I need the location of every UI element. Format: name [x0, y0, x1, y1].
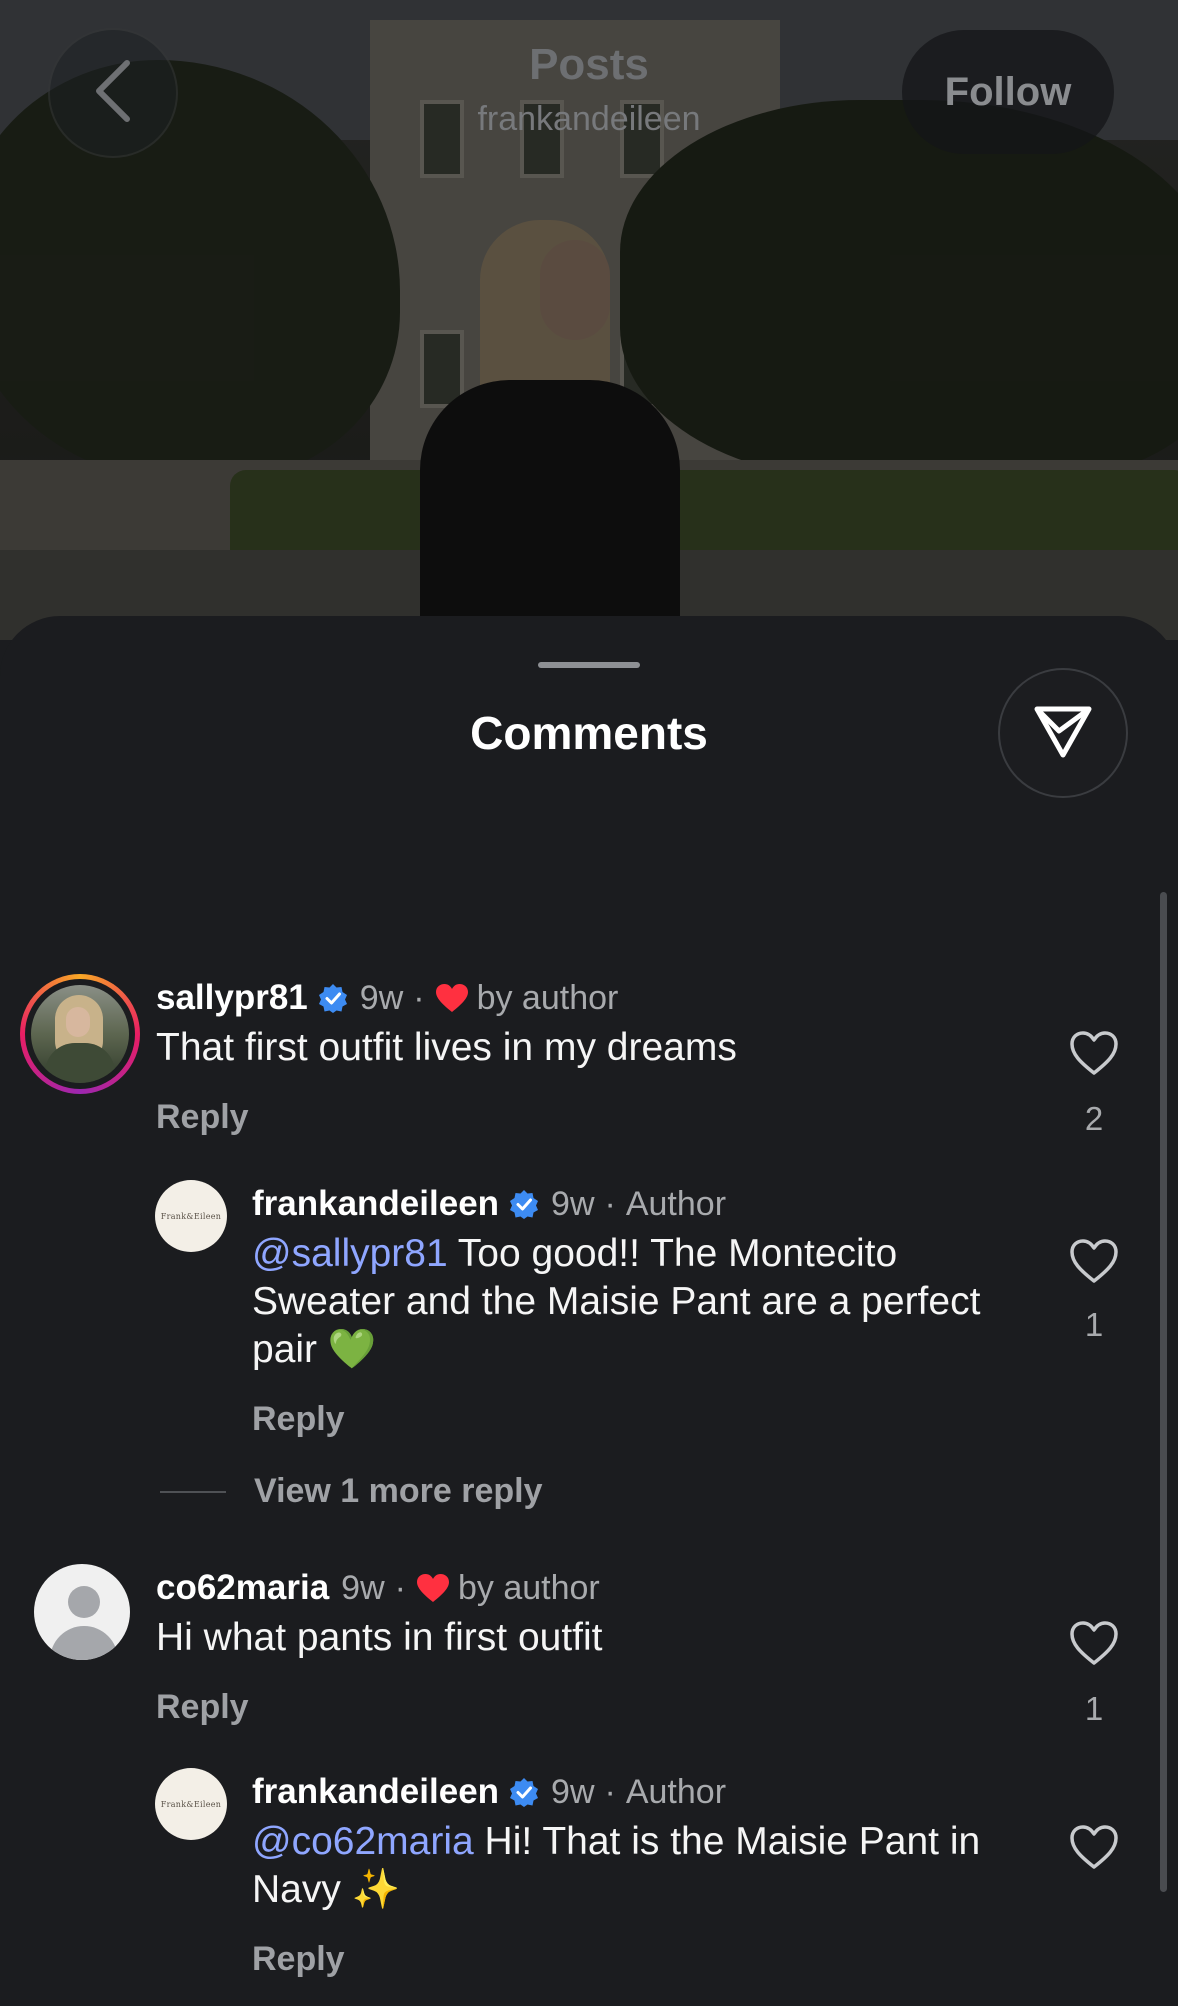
heart-outline-icon	[1069, 1030, 1119, 1081]
avatar[interactable]	[34, 1564, 130, 1660]
follow-button[interactable]: Follow	[902, 30, 1114, 154]
avatar[interactable]: Frank&Eileen	[155, 1180, 227, 1252]
avatar[interactable]: Frank&Eileen	[155, 1768, 227, 1840]
like-count: 2	[1084, 1100, 1104, 1137]
comment-text: That first outfit lives in my dreams	[156, 1026, 737, 1069]
mention-link[interactable]: @sallypr81	[252, 1232, 448, 1275]
avatar[interactable]	[20, 974, 140, 1094]
comment-username[interactable]: frankandeileen	[252, 1184, 499, 1224]
comment-meta: frankandeileen 9w · Author	[252, 1184, 727, 1224]
view-more-replies-button[interactable]: View 1 more reply	[160, 1472, 543, 1511]
heart-outline-icon	[1069, 1238, 1119, 1289]
like-count: 1	[1084, 1306, 1104, 1343]
heart-outline-icon	[1069, 1824, 1119, 1875]
like-button[interactable]	[1054, 1620, 1134, 1671]
reply-button[interactable]: Reply	[156, 1098, 249, 1137]
comment-meta: frankandeileen 9w · Author	[252, 1772, 727, 1812]
comment-username[interactable]: co62maria	[156, 1568, 329, 1608]
comment-meta: co62maria 9w · by author	[156, 1568, 600, 1608]
author-badge: Author	[625, 1184, 727, 1223]
paper-plane-icon	[1031, 699, 1095, 768]
liked-by-author-label: by author	[476, 978, 619, 1017]
view-more-replies-label: View 1 more reply	[254, 1472, 543, 1510]
liked-by-author-label: by author	[457, 1568, 600, 1607]
comment-text: @sallypr81 Too good!! The Montecito Swea…	[252, 1232, 981, 1371]
like-button[interactable]	[1054, 1824, 1134, 1875]
reply-button[interactable]: Reply	[252, 1940, 345, 1979]
comments-sheet: Comments sallypr81 9w · by author That f…	[0, 616, 1178, 2006]
comment-text: Hi what pants in first outfit	[156, 1616, 603, 1659]
comment-time: 9w	[551, 1184, 595, 1223]
scrollbar[interactable]	[1160, 892, 1167, 1892]
comment-time: 9w	[551, 1772, 595, 1811]
comment-username[interactable]: frankandeileen	[252, 1772, 499, 1812]
author-badge: Author	[625, 1772, 727, 1811]
verified-badge-icon	[318, 983, 348, 1013]
heart-filled-icon	[416, 1573, 450, 1603]
comment-time: 9w	[359, 978, 404, 1017]
heart-filled-icon	[435, 983, 469, 1013]
heart-outline-icon	[1069, 1620, 1119, 1671]
comment-text: @co62maria Hi! That is the Maisie Pant i…	[252, 1820, 981, 1911]
comment-time: 9w	[341, 1568, 385, 1607]
comment-username[interactable]: sallypr81	[156, 978, 308, 1018]
comment-meta: sallypr81 9w · by author	[156, 978, 619, 1018]
reply-button[interactable]: Reply	[252, 1400, 345, 1439]
sheet-grabber[interactable]	[538, 662, 640, 668]
like-count: 1	[1084, 1690, 1104, 1727]
reply-button[interactable]: Reply	[156, 1688, 249, 1727]
verified-badge-icon	[509, 1777, 539, 1807]
like-button[interactable]	[1054, 1030, 1134, 1081]
mention-link[interactable]: @co62maria	[252, 1820, 474, 1863]
verified-badge-icon	[509, 1189, 539, 1219]
share-button[interactable]	[998, 668, 1128, 798]
like-button[interactable]	[1054, 1238, 1134, 1289]
